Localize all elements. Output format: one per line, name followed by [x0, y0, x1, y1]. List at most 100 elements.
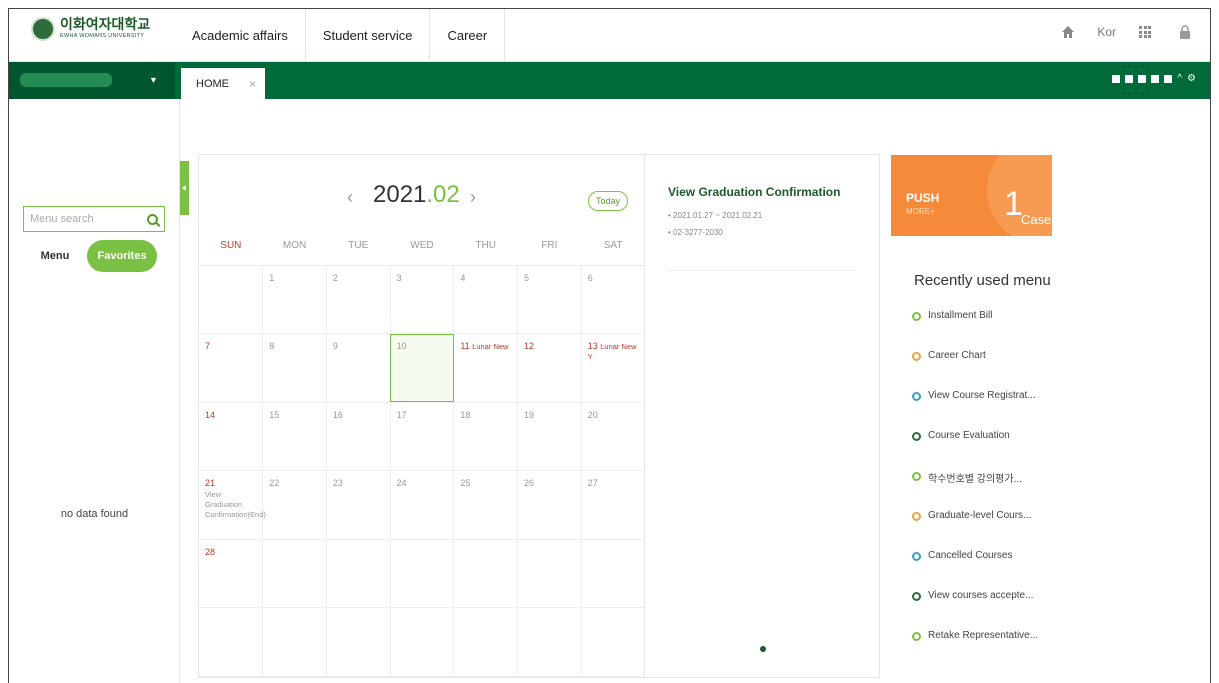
recent-menu-item[interactable]: View courses accepte...: [912, 590, 1038, 630]
nav-career[interactable]: Career: [430, 9, 506, 61]
recent-menu-item[interactable]: Retake Representative...: [912, 630, 1038, 670]
recent-menu-item[interactable]: View Course Registrat...: [912, 390, 1038, 430]
tab-menu[interactable]: Menu: [23, 250, 87, 262]
calendar-day[interactable]: 8: [262, 333, 327, 403]
day-number: 4: [460, 272, 466, 283]
calendar-day[interactable]: [453, 539, 519, 608]
tab-favorites[interactable]: Favorites: [87, 240, 157, 272]
calendar-day[interactable]: 1: [262, 265, 327, 334]
calendar-day[interactable]: [390, 607, 455, 677]
calendar-day[interactable]: [262, 607, 327, 677]
user-selector[interactable]: ▼: [9, 62, 175, 99]
collapse-icon[interactable]: [1151, 75, 1160, 83]
calendar-day[interactable]: [390, 539, 455, 608]
calendar-day[interactable]: 3: [390, 265, 455, 334]
calendar-day[interactable]: 5: [517, 265, 582, 334]
calendar-day[interactable]: 25: [453, 470, 519, 540]
recent-menu-label: 학수번호별 강의평가...: [928, 474, 1022, 485]
chevron-up-icon[interactable]: ^: [1177, 74, 1182, 84]
calendar-title: 2021.02: [373, 181, 460, 209]
day-number: 10: [396, 341, 407, 351]
day-number: 1: [269, 272, 275, 283]
calendar-day[interactable]: 19: [517, 402, 582, 471]
university-logo[interactable]: 이화여자대학교 EWHA WOMANS UNIVERSITY: [31, 17, 150, 41]
weekday-header: THU: [453, 226, 518, 266]
top-bar: 이화여자대학교 EWHA WOMANS UNIVERSITY Academic …: [9, 9, 1210, 62]
menu-search-input[interactable]: [30, 213, 140, 225]
calendar-day[interactable]: 24: [390, 470, 455, 540]
event-title[interactable]: View Graduation Confirmation: [668, 185, 840, 199]
day-number: 13: [587, 341, 598, 351]
lock-icon[interactable]: [1174, 21, 1196, 43]
calendar-day[interactable]: 4: [453, 265, 519, 334]
screen-icon[interactable]: [1164, 75, 1173, 83]
calendar-day[interactable]: 28: [199, 539, 264, 608]
utility-menu: Kor: [1057, 21, 1196, 43]
calendar-day[interactable]: 20: [581, 402, 645, 471]
weekday-header: MON: [262, 226, 327, 266]
circle-icon: [912, 312, 921, 321]
calendar-day[interactable]: [326, 607, 391, 677]
calendar-day[interactable]: 11 Lunar New: [453, 333, 519, 403]
nav-academic-affairs[interactable]: Academic affairs: [175, 9, 306, 61]
calendar-day[interactable]: 14: [199, 402, 264, 471]
calendar-day[interactable]: 27: [581, 470, 645, 540]
calendar-day[interactable]: [262, 539, 327, 608]
calendar-day[interactable]: 26: [517, 470, 582, 540]
recent-menu-item[interactable]: Graduate-level Cours...: [912, 510, 1038, 550]
calendar-day[interactable]: 12: [517, 333, 582, 403]
calendar-day[interactable]: 22: [262, 470, 327, 540]
calendar-day[interactable]: [581, 607, 645, 677]
day-number: 14: [205, 409, 216, 420]
calendar-event[interactable]: View Graduation Confirmation(End): [205, 490, 266, 520]
recent-menu-item[interactable]: Cancelled Courses: [912, 550, 1038, 590]
search-icon[interactable]: [147, 213, 158, 225]
calendar-day[interactable]: 13 Lunar New Y: [581, 333, 645, 403]
calendar-day[interactable]: 7: [199, 333, 264, 403]
next-month-button[interactable]: ›: [470, 187, 476, 208]
new-window-icon[interactable]: [1125, 75, 1134, 83]
calendar-week: 7 8 9 10 11 Lunar New 12 13 Lunar New Y: [199, 333, 645, 403]
grid-menu-icon[interactable]: [1134, 21, 1156, 43]
calendar-day[interactable]: 23: [326, 470, 391, 540]
sidebar-collapse-handle[interactable]: [180, 161, 189, 215]
calendar-day[interactable]: 6: [581, 265, 645, 334]
gear-icon[interactable]: ⚙: [1187, 74, 1196, 84]
home-icon[interactable]: [1057, 21, 1079, 43]
prev-month-button[interactable]: ‹: [347, 187, 353, 208]
calendar-day[interactable]: [326, 539, 391, 608]
recent-menu-item[interactable]: Course Evaluation: [912, 430, 1038, 470]
weekday-header: FRI: [517, 226, 582, 266]
calendar-day[interactable]: 9: [326, 333, 391, 403]
close-icon[interactable]: ×: [249, 77, 256, 91]
calendar-day[interactable]: [453, 607, 519, 677]
pager-dot[interactable]: [760, 646, 766, 652]
push-more-link[interactable]: MORE+: [906, 207, 935, 216]
recent-menu-item[interactable]: Installment Bill: [912, 310, 1038, 350]
calendar-day[interactable]: 16: [326, 402, 391, 471]
day-number: 7: [205, 341, 211, 351]
tab-home[interactable]: HOME ×: [181, 68, 265, 99]
calendar-day[interactable]: [581, 539, 645, 608]
calendar-day[interactable]: 18: [453, 402, 519, 471]
recent-menu-item[interactable]: 학수번호별 강의평가...: [912, 470, 1038, 510]
recent-menu-item[interactable]: Career Chart: [912, 350, 1038, 390]
expand-icon[interactable]: [1138, 75, 1147, 83]
calendar-day[interactable]: 2: [326, 265, 391, 334]
calendar-day[interactable]: 21 View Graduation Confirmation(End): [199, 470, 266, 540]
today-button[interactable]: Today: [588, 191, 628, 211]
calendar-day[interactable]: [199, 607, 264, 677]
push-notification-box[interactable]: PUSH MORE+ 1 Case: [891, 155, 1052, 236]
calendar-day[interactable]: [517, 607, 582, 677]
day-number: 25: [460, 478, 471, 488]
nav-student-service[interactable]: Student service: [306, 9, 431, 61]
language-toggle[interactable]: Kor: [1097, 25, 1116, 39]
calendar-day[interactable]: [517, 539, 582, 608]
recent-menu-list: Installment Bill Career Chart View Course …: [912, 310, 1038, 670]
minimize-icon[interactable]: [1112, 75, 1121, 83]
calendar-day[interactable]: 17: [390, 402, 455, 471]
event-detail: View Graduation Confirmation • 2021.01.2…: [645, 154, 880, 678]
calendar-day[interactable]: 15: [262, 402, 327, 471]
calendar-day[interactable]: [199, 265, 264, 334]
calendar-day[interactable]: 10: [390, 333, 455, 403]
